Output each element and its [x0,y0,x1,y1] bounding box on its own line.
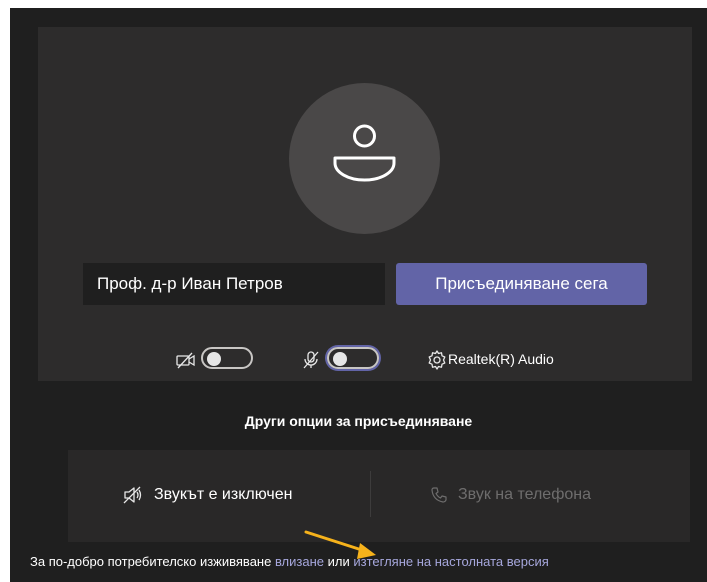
signin-link[interactable]: влизане [275,554,324,569]
toggle-knob [333,352,347,366]
speaker-off-icon [123,486,142,504]
footer-text: За по-добро потребителско изживяване [30,554,275,569]
audio-off-label: Звукът е изключен [154,486,293,503]
other-join-options-title: Други опции за присъединяване [244,413,473,429]
footer-text-or: или [324,554,354,569]
video-preview: Присъединяване сега Realtek(R) Audio [38,27,692,381]
meeting-prejoin-window: Присъединяване сега Realtek(R) Audio Дру… [10,8,707,582]
mic-toggle[interactable] [327,347,379,369]
name-input[interactable] [83,263,385,305]
join-now-button[interactable]: Присъединяване сега [396,263,647,305]
divider [370,471,371,517]
phone-audio-label: Звук на телефона [458,486,591,503]
phone-icon [431,487,447,503]
audio-off-option[interactable]: Звукът е изключен [116,480,298,510]
avatar-icon [333,124,396,182]
avatar [289,83,440,234]
camera-off-icon [176,352,195,369]
download-desktop-link[interactable]: изтегляне на настолната версия [353,554,548,569]
gear-icon[interactable] [425,348,449,372]
mic-off-icon [303,351,319,369]
audio-device-label[interactable]: Realtek(R) Audio [448,351,554,367]
footer-hint: За по-добро потребителско изживяване вли… [30,554,549,569]
toggle-knob [207,352,221,366]
phone-audio-option[interactable]: Звук на телефона [424,480,597,510]
camera-toggle[interactable] [201,347,253,369]
